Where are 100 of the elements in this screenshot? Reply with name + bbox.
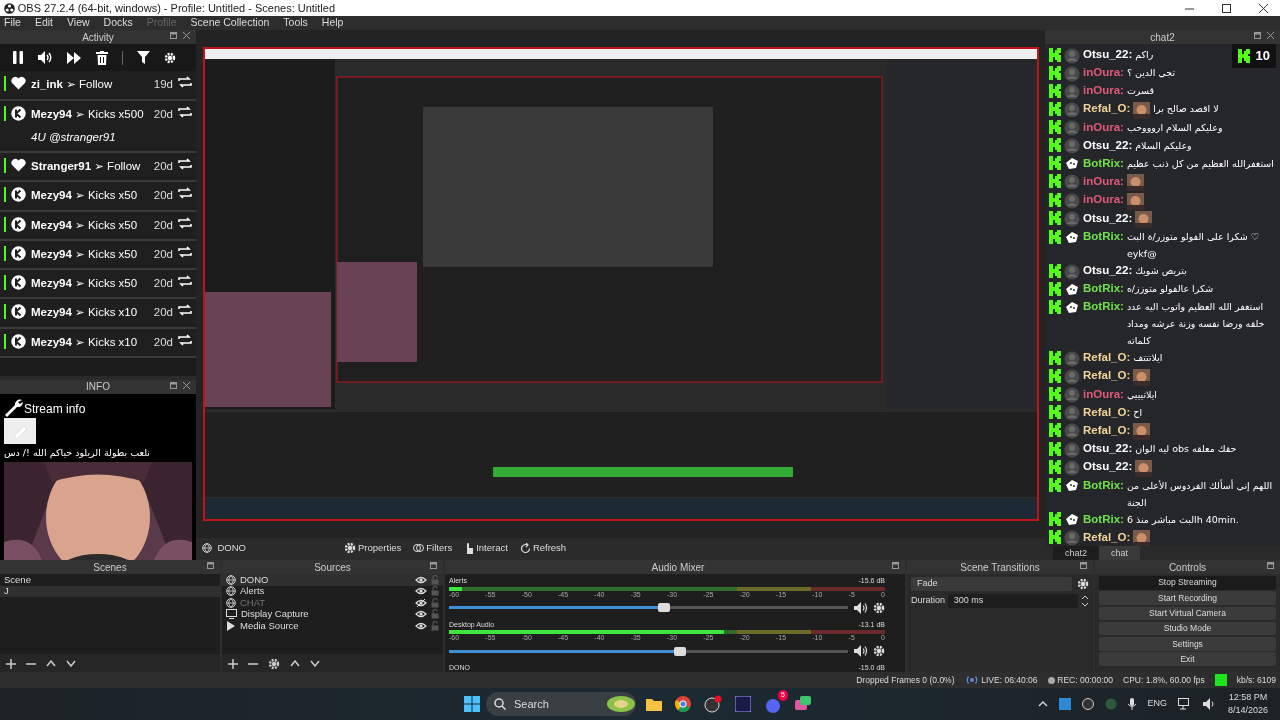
fast-forward-icon[interactable] xyxy=(67,51,82,64)
duration-field[interactable]: 300 ms xyxy=(947,593,1079,608)
edit-image-icon[interactable] xyxy=(4,417,36,444)
avatar-icon xyxy=(1064,65,1080,82)
control-button[interactable]: Exit xyxy=(1099,652,1276,666)
undock-icon[interactable] xyxy=(170,381,177,389)
slider-handle[interactable] xyxy=(674,646,687,656)
language-indicator[interactable]: ENG xyxy=(1147,697,1167,711)
move-down-icon[interactable] xyxy=(310,660,320,667)
move-up-icon[interactable] xyxy=(46,660,56,667)
dock-title: INFO xyxy=(86,380,110,395)
toolbar-button[interactable]: Interact xyxy=(464,540,508,556)
visibility-icon[interactable] xyxy=(415,575,427,584)
menu-item[interactable]: Docks xyxy=(103,15,133,31)
clock-time[interactable]: 12:58 PM xyxy=(1227,690,1268,704)
control-button[interactable]: Start Virtual Camera xyxy=(1099,606,1276,621)
toolbar-button[interactable]: Properties xyxy=(344,540,402,556)
recording-app-icon[interactable] xyxy=(704,695,722,713)
replay-icon[interactable] xyxy=(178,105,192,118)
chat-message-text: راكم xyxy=(1135,48,1154,63)
replay-icon[interactable] xyxy=(178,333,192,346)
source-item[interactable]: Alerts xyxy=(222,585,443,597)
undock-icon[interactable] xyxy=(892,562,899,569)
taskbar-search-field[interactable]: Search xyxy=(486,692,636,716)
settings-icon[interactable] xyxy=(873,601,885,614)
add-icon[interactable] xyxy=(6,658,16,669)
settings-icon[interactable] xyxy=(1077,578,1089,590)
gear-icon[interactable] xyxy=(344,542,356,554)
replay-icon[interactable] xyxy=(178,245,192,258)
replay-icon[interactable] xyxy=(178,76,192,89)
settings-icon[interactable] xyxy=(268,657,280,670)
chat-tab[interactable]: chat xyxy=(1099,546,1141,560)
undock-icon[interactable] xyxy=(430,562,437,569)
chevron-up-icon[interactable] xyxy=(1038,701,1049,707)
dock-title: Activity xyxy=(82,30,114,45)
replay-icon[interactable] xyxy=(178,158,192,171)
control-button[interactable]: Stop Streaming xyxy=(1099,576,1276,590)
chat-tab[interactable]: chat2 xyxy=(1053,546,1100,560)
browser-icon[interactable] xyxy=(675,696,691,712)
undock-icon[interactable] xyxy=(1267,562,1274,569)
menu-item[interactable]: Scene Collection xyxy=(190,15,270,31)
replay-icon[interactable] xyxy=(178,216,192,229)
speaker-icon[interactable] xyxy=(853,601,868,614)
chat-username: inOura: xyxy=(1083,65,1124,80)
undock-icon[interactable] xyxy=(207,562,214,569)
tray-app-icon[interactable] xyxy=(1059,698,1072,710)
chat-username: Refal_O: xyxy=(1083,350,1131,365)
maximize-icon[interactable] xyxy=(1222,3,1231,13)
speaker-icon[interactable] xyxy=(853,645,868,657)
volume-icon[interactable] xyxy=(38,51,53,65)
control-button[interactable]: Settings xyxy=(1099,637,1276,651)
menu-item[interactable]: View xyxy=(67,15,90,31)
messaging-app-icon[interactable] xyxy=(795,696,811,712)
transition-select[interactable]: Fade xyxy=(911,577,1072,591)
activity-text: Stranger91 ➢ Follow xyxy=(31,159,142,175)
replay-icon[interactable] xyxy=(178,275,192,288)
menu-item[interactable]: File xyxy=(4,15,21,31)
close-icon[interactable] xyxy=(1259,3,1268,13)
folder-icon[interactable] xyxy=(646,697,662,711)
move-up-icon[interactable] xyxy=(290,660,300,667)
scene-item[interactable]: Scene xyxy=(0,574,220,586)
slider-handle[interactable] xyxy=(658,603,671,612)
replay-icon[interactable] xyxy=(178,187,192,200)
scene-item[interactable]: J xyxy=(0,585,220,597)
undock-icon[interactable] xyxy=(1254,32,1261,39)
menu-item[interactable]: Edit xyxy=(34,15,53,31)
pause-icon[interactable] xyxy=(12,51,24,65)
microphone-icon[interactable] xyxy=(1128,698,1137,710)
control-button[interactable]: Start Recording xyxy=(1099,591,1276,605)
network-icon[interactable] xyxy=(1177,698,1192,710)
volume-slider[interactable] xyxy=(449,606,848,609)
replay-icon[interactable] xyxy=(178,304,192,317)
avatar-icon xyxy=(1064,174,1080,190)
visibility-icon[interactable] xyxy=(415,621,427,630)
source-item[interactable]: Media Source xyxy=(222,620,443,632)
menu-item[interactable]: Tools xyxy=(283,15,308,31)
spin-icon[interactable] xyxy=(1081,594,1089,607)
windows-logo-icon[interactable] xyxy=(464,696,480,712)
visibility-icon[interactable] xyxy=(415,610,427,619)
move-down-icon[interactable] xyxy=(66,660,76,667)
menu-item[interactable]: Help xyxy=(321,15,344,31)
clock-date[interactable]: 8/14/2026 xyxy=(1227,704,1268,718)
source-item[interactable]: Display Capture xyxy=(222,608,443,620)
add-icon[interactable] xyxy=(228,658,238,669)
visibility-icon[interactable] xyxy=(415,587,427,596)
undock-icon[interactable] xyxy=(1080,562,1087,569)
volume-slider[interactable] xyxy=(449,649,848,653)
tray-app-icon[interactable] xyxy=(1082,698,1095,710)
control-button[interactable]: Studio Mode xyxy=(1099,621,1276,636)
trash-icon[interactable] xyxy=(96,50,108,65)
avatar-icon xyxy=(1064,211,1080,227)
toolbar-button[interactable]: Refresh xyxy=(519,540,567,556)
undock-icon[interactable] xyxy=(170,32,177,39)
settings-icon[interactable] xyxy=(873,645,885,657)
source-item[interactable]: CHAT xyxy=(222,597,443,609)
speaker-icon[interactable] xyxy=(1202,698,1217,710)
filter-icon[interactable] xyxy=(137,51,150,65)
source-item[interactable]: DONO xyxy=(222,574,443,586)
toolbar-button[interactable]: Filters xyxy=(413,540,453,556)
visibility-icon[interactable] xyxy=(415,598,427,607)
